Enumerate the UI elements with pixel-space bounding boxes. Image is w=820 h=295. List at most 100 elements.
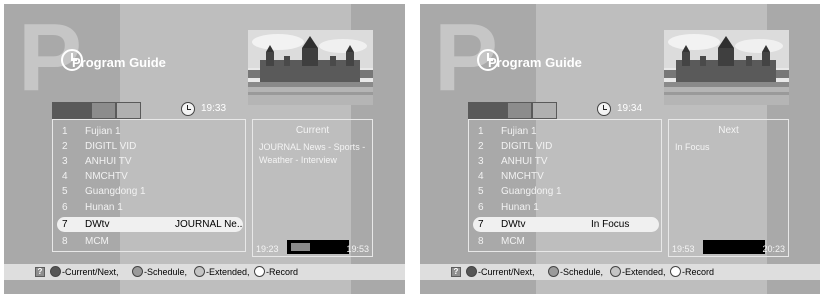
- list-item[interactable]: 1 Fujian 1: [57, 124, 243, 139]
- blue-key-icon[interactable]: [670, 266, 681, 277]
- green-key-icon[interactable]: [548, 266, 559, 277]
- legend-label: -Record: [266, 267, 299, 277]
- channel-name: Hunan 1: [501, 202, 539, 213]
- program-start-time: 19:23: [256, 244, 279, 254]
- help-icon[interactable]: ?: [451, 267, 461, 277]
- legend-label: -Schedule,: [560, 267, 604, 277]
- channel-number: 1: [62, 126, 68, 137]
- yellow-key-icon[interactable]: [610, 266, 621, 277]
- channel-number: 5: [62, 186, 68, 197]
- list-item[interactable]: 3 ANHUI TV: [473, 154, 659, 169]
- page-title: Program Guide: [72, 55, 166, 70]
- channel-number: 7: [478, 219, 484, 230]
- legend-label: -Schedule,: [144, 267, 188, 277]
- list-item[interactable]: 4 NMCHTV: [57, 169, 243, 184]
- tab-schedule[interactable]: [91, 102, 116, 119]
- channel-number: 7: [62, 219, 68, 230]
- list-item-selected[interactable]: 7 DWtv In Focus: [473, 217, 659, 232]
- channel-number: 8: [62, 236, 68, 247]
- program-guide-screen-1: P Program Guide 19:33 1 Fujian 1 2 DIGIT…: [4, 4, 405, 294]
- yellow-key-icon[interactable]: [194, 266, 205, 277]
- program-info-panel: Next In Focus 19:53 20:23: [668, 119, 789, 257]
- channel-name: Guangdong 1: [501, 186, 562, 197]
- current-time: 19:33: [201, 103, 227, 114]
- list-item-selected[interactable]: 7 DWtv JOURNAL Ne..: [57, 217, 243, 232]
- channel-name: NMCHTV: [85, 171, 128, 182]
- channel-list: 1 Fujian 1 2 DIGITL VID 3 ANHUI TV 4 NMC…: [468, 119, 662, 252]
- legend-label: -Extended,: [622, 267, 666, 277]
- tab-current-next[interactable]: [52, 102, 91, 119]
- list-item[interactable]: 5 Guangdong 1: [57, 184, 243, 199]
- channel-name: DIGITL VID: [501, 141, 553, 152]
- list-item[interactable]: 8 MCM: [473, 234, 659, 249]
- channel-number: 2: [478, 141, 484, 152]
- channel-name: MCM: [501, 236, 525, 247]
- channel-list: 1 Fujian 1 2 DIGITL VID 3 ANHUI TV 4 NMC…: [52, 119, 246, 252]
- program-guide-screen-2: P Program Guide 19:34 1 Fujian 1 2 DIGIT…: [420, 4, 820, 294]
- list-item[interactable]: 6 Hunan 1: [473, 200, 659, 215]
- channel-name: Fujian 1: [501, 126, 537, 137]
- program-start-time: 19:53: [672, 244, 695, 254]
- program-end-time: 19:53: [346, 244, 369, 254]
- progress-fill: [291, 243, 310, 251]
- info-heading: Next: [718, 125, 739, 136]
- list-item[interactable]: 8 MCM: [57, 234, 243, 249]
- clock-icon: [181, 102, 195, 116]
- list-item[interactable]: 4 NMCHTV: [473, 169, 659, 184]
- info-description: JOURNAL News - Sports - Weather - Interv…: [259, 142, 366, 165]
- channel-number: 4: [62, 171, 68, 182]
- channel-number: 5: [478, 186, 484, 197]
- red-key-icon[interactable]: [50, 266, 61, 277]
- list-item[interactable]: 3 ANHUI TV: [57, 154, 243, 169]
- channel-program: In Focus: [591, 219, 630, 230]
- blue-key-icon[interactable]: [254, 266, 265, 277]
- channel-number: 3: [62, 156, 68, 167]
- green-key-icon[interactable]: [132, 266, 143, 277]
- legend-label: -Current/Next,: [62, 267, 119, 277]
- channel-program: JOURNAL Ne..: [175, 219, 243, 230]
- color-key-legend: ? -Current/Next, -Schedule, -Extended, -…: [4, 264, 405, 280]
- channel-name: DWtv: [501, 219, 526, 230]
- tab-current-next[interactable]: [468, 102, 507, 119]
- legend-label: -Record: [682, 267, 715, 277]
- page-title: Program Guide: [488, 55, 582, 70]
- current-time: 19:34: [617, 103, 643, 114]
- preview-picture: [664, 30, 789, 105]
- list-item[interactable]: 2 DIGITL VID: [473, 139, 659, 154]
- progress-bar: [287, 240, 349, 254]
- channel-number: 8: [478, 236, 484, 247]
- channel-name: Fujian 1: [85, 126, 121, 137]
- list-item[interactable]: 2 DIGITL VID: [57, 139, 243, 154]
- info-description: In Focus: [675, 142, 710, 152]
- channel-name: ANHUI TV: [501, 156, 548, 167]
- clock-icon: [597, 102, 611, 116]
- program-info-panel: Current JOURNAL News - Sports - Weather …: [252, 119, 373, 257]
- channel-name: ANHUI TV: [85, 156, 132, 167]
- color-key-legend: ? -Current/Next, -Schedule, -Extended, -…: [420, 264, 820, 280]
- list-item[interactable]: 1 Fujian 1: [473, 124, 659, 139]
- info-heading: Current: [295, 125, 330, 136]
- legend-label: -Current/Next,: [478, 267, 535, 277]
- red-key-icon[interactable]: [466, 266, 477, 277]
- channel-name: DWtv: [85, 219, 110, 230]
- channel-name: Hunan 1: [85, 202, 123, 213]
- channel-name: DIGITL VID: [85, 141, 137, 152]
- list-item[interactable]: 5 Guangdong 1: [473, 184, 659, 199]
- channel-number: 1: [478, 126, 484, 137]
- list-item[interactable]: 6 Hunan 1: [57, 200, 243, 215]
- channel-name: Guangdong 1: [85, 186, 146, 197]
- progress-bar: [703, 240, 765, 254]
- tab-extended[interactable]: [116, 102, 141, 119]
- tab-schedule[interactable]: [507, 102, 532, 119]
- channel-number: 3: [478, 156, 484, 167]
- channel-number: 6: [62, 202, 68, 213]
- legend-label: -Extended,: [206, 267, 250, 277]
- channel-number: 4: [478, 171, 484, 182]
- program-end-time: 20:23: [762, 244, 785, 254]
- help-icon[interactable]: ?: [35, 267, 45, 277]
- channel-number: 6: [478, 202, 484, 213]
- channel-number: 2: [62, 141, 68, 152]
- tab-extended[interactable]: [532, 102, 557, 119]
- channel-name: NMCHTV: [501, 171, 544, 182]
- channel-name: MCM: [85, 236, 109, 247]
